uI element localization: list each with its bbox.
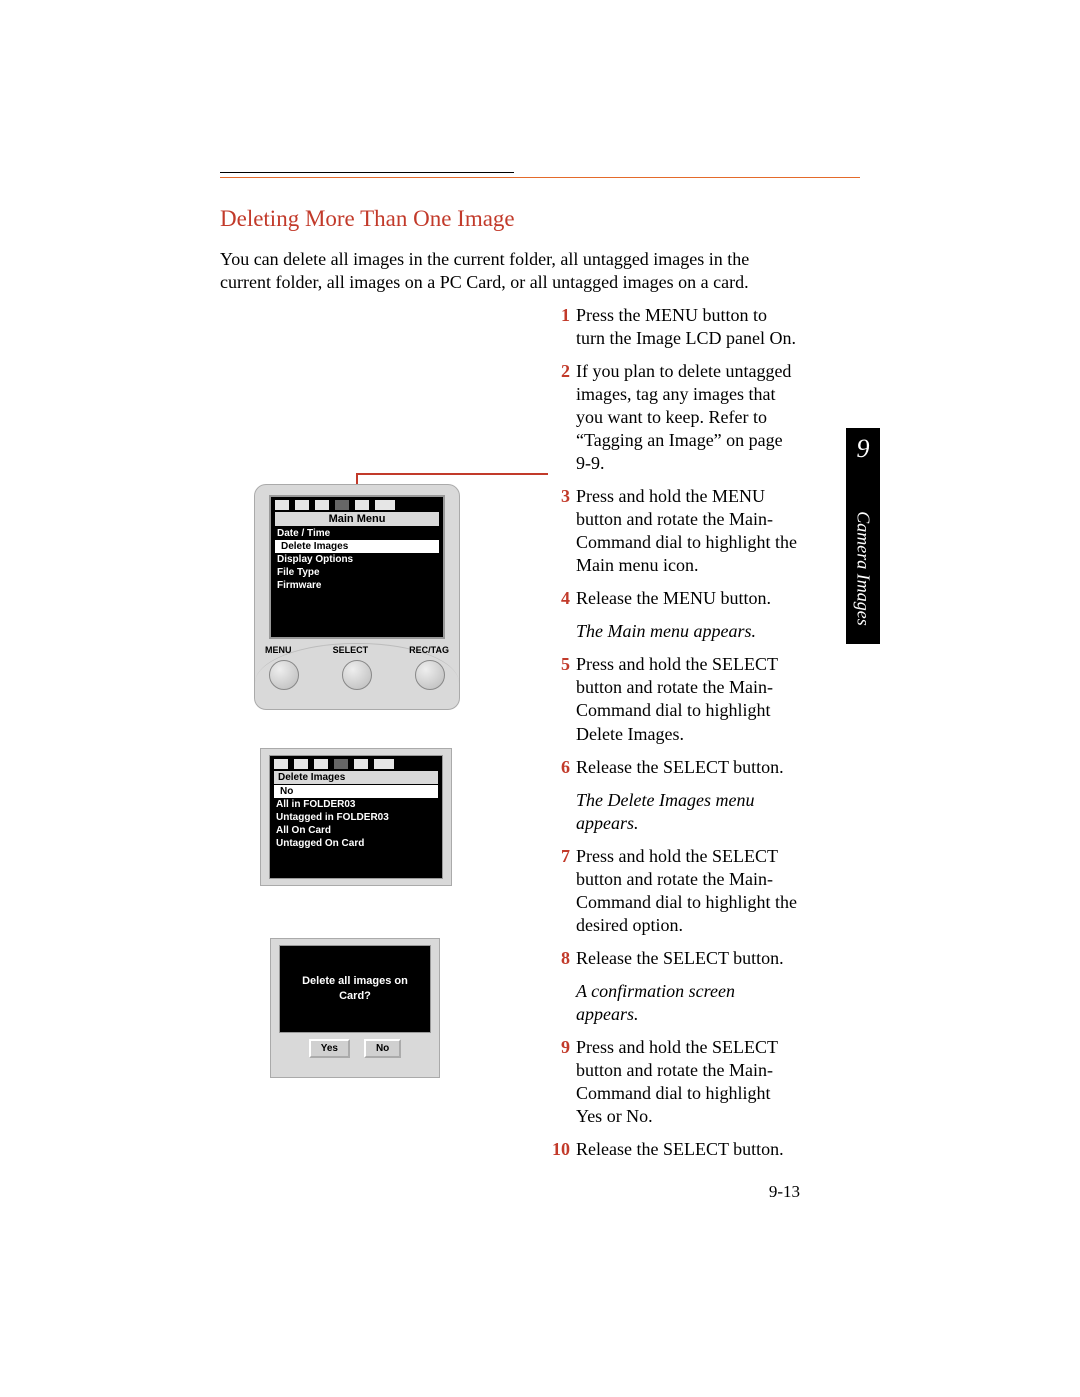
step-text: Press and hold the SELECT button and rot… <box>576 653 798 745</box>
step-number: 5 <box>548 653 570 745</box>
step-number: 3 <box>548 485 570 577</box>
select-button[interactable] <box>342 660 372 690</box>
step: 7Press and hold the SELECT button and ro… <box>548 845 798 937</box>
note-delete-menu-appears: The Delete Images menu appears. <box>576 789 798 835</box>
menu-item[interactable]: Delete Images <box>275 540 439 553</box>
figure-delete-images-menu: Delete Images NoAll in FOLDER03Untagged … <box>260 748 452 886</box>
lcd-title: Delete Images <box>274 771 438 784</box>
step-text: Press and hold the SELECT button and rot… <box>576 1036 798 1128</box>
menu-item[interactable]: Display Options <box>271 553 443 566</box>
no-button[interactable]: No <box>364 1039 401 1058</box>
lcd-title: Main Menu <box>275 512 439 526</box>
chapter-label: Camera Images <box>853 511 874 626</box>
figure-main-menu: Main Menu Date / TimeDelete ImagesDispla… <box>254 484 460 710</box>
menu-item[interactable]: File Type <box>271 566 443 579</box>
step: 8 Release the SELECT button. <box>548 947 798 970</box>
note-confirmation-appears: A confirmation screen appears. <box>576 980 798 1026</box>
chapter-tab: 9 Camera Images <box>846 428 880 644</box>
step-text: Release the MENU button. <box>576 587 798 610</box>
step-number: 7 <box>548 845 570 937</box>
lcd-icon-row <box>271 497 443 510</box>
step: 2If you plan to delete untagged images, … <box>548 360 798 475</box>
step-text: Press and hold the MENU button and rotat… <box>576 485 798 577</box>
figure-confirmation-dialog: Delete all images on Card? Yes No <box>270 938 440 1078</box>
step-number: 2 <box>548 360 570 475</box>
step-text: Press the MENU button to turn the Image … <box>576 304 798 350</box>
rectag-button[interactable] <box>415 660 445 690</box>
step-number: 10 <box>548 1138 570 1161</box>
step: 1Press the MENU button to turn the Image… <box>548 304 798 350</box>
menu-item[interactable]: All in FOLDER03 <box>270 798 442 811</box>
step-text: Release the SELECT button. <box>576 756 798 779</box>
button-labels-row: MENU SELECT REC/TAG <box>265 645 449 655</box>
yes-button[interactable]: Yes <box>309 1039 350 1058</box>
lcd-icon-row <box>270 756 442 769</box>
lcd-screen: Main Menu Date / TimeDelete ImagesDispla… <box>269 495 445 639</box>
step: 6 Release the SELECT button. <box>548 756 798 779</box>
step-number: 6 <box>548 756 570 779</box>
step-text: Press and hold the SELECT button and rot… <box>576 845 798 937</box>
chapter-number: 9 <box>846 434 880 464</box>
menu-item[interactable]: Untagged in FOLDER03 <box>270 811 442 824</box>
menu-item[interactable]: Untagged On Card <box>270 837 442 850</box>
step-number: 1 <box>548 304 570 350</box>
step: 4 Release the MENU button. <box>548 587 798 610</box>
step-text: Release the SELECT button. <box>576 1138 798 1161</box>
menu-label: MENU <box>265 645 292 655</box>
step-text: If you plan to delete untagged images, t… <box>576 360 798 475</box>
step: 9Press and hold the SELECT button and ro… <box>548 1036 798 1128</box>
confirm-message: Delete all images on Card? <box>279 945 431 1033</box>
step: 3Press and hold the MENU button and rota… <box>548 485 798 577</box>
lcd-screen: Delete Images NoAll in FOLDER03Untagged … <box>269 755 443 879</box>
note-main-menu-appears: The Main menu appears. <box>576 620 798 643</box>
section-title: Deleting More Than One Image <box>220 206 515 232</box>
rectag-label: REC/TAG <box>409 645 449 655</box>
menu-item[interactable]: Firmware <box>271 579 443 592</box>
select-label: SELECT <box>333 645 369 655</box>
manual-page: Deleting More Than One Image You can del… <box>0 0 1080 1397</box>
step-text: Release the SELECT button. <box>576 947 798 970</box>
step: 5Press and hold the SELECT button and ro… <box>548 653 798 745</box>
step: 10 Release the SELECT button. <box>548 1138 798 1161</box>
intro-paragraph: You can delete all images in the current… <box>220 248 800 294</box>
header-rule <box>220 172 860 178</box>
page-number: 9-13 <box>769 1182 800 1202</box>
button-row <box>269 660 445 690</box>
step-number: 8 <box>548 947 570 970</box>
menu-item[interactable]: Date / Time <box>271 527 443 540</box>
menu-button[interactable] <box>269 660 299 690</box>
steps-list: 1Press the MENU button to turn the Image… <box>548 304 798 1171</box>
menu-item[interactable]: No <box>274 785 438 798</box>
step-number: 4 <box>548 587 570 610</box>
step-number: 9 <box>548 1036 570 1128</box>
menu-item[interactable]: All On Card <box>270 824 442 837</box>
